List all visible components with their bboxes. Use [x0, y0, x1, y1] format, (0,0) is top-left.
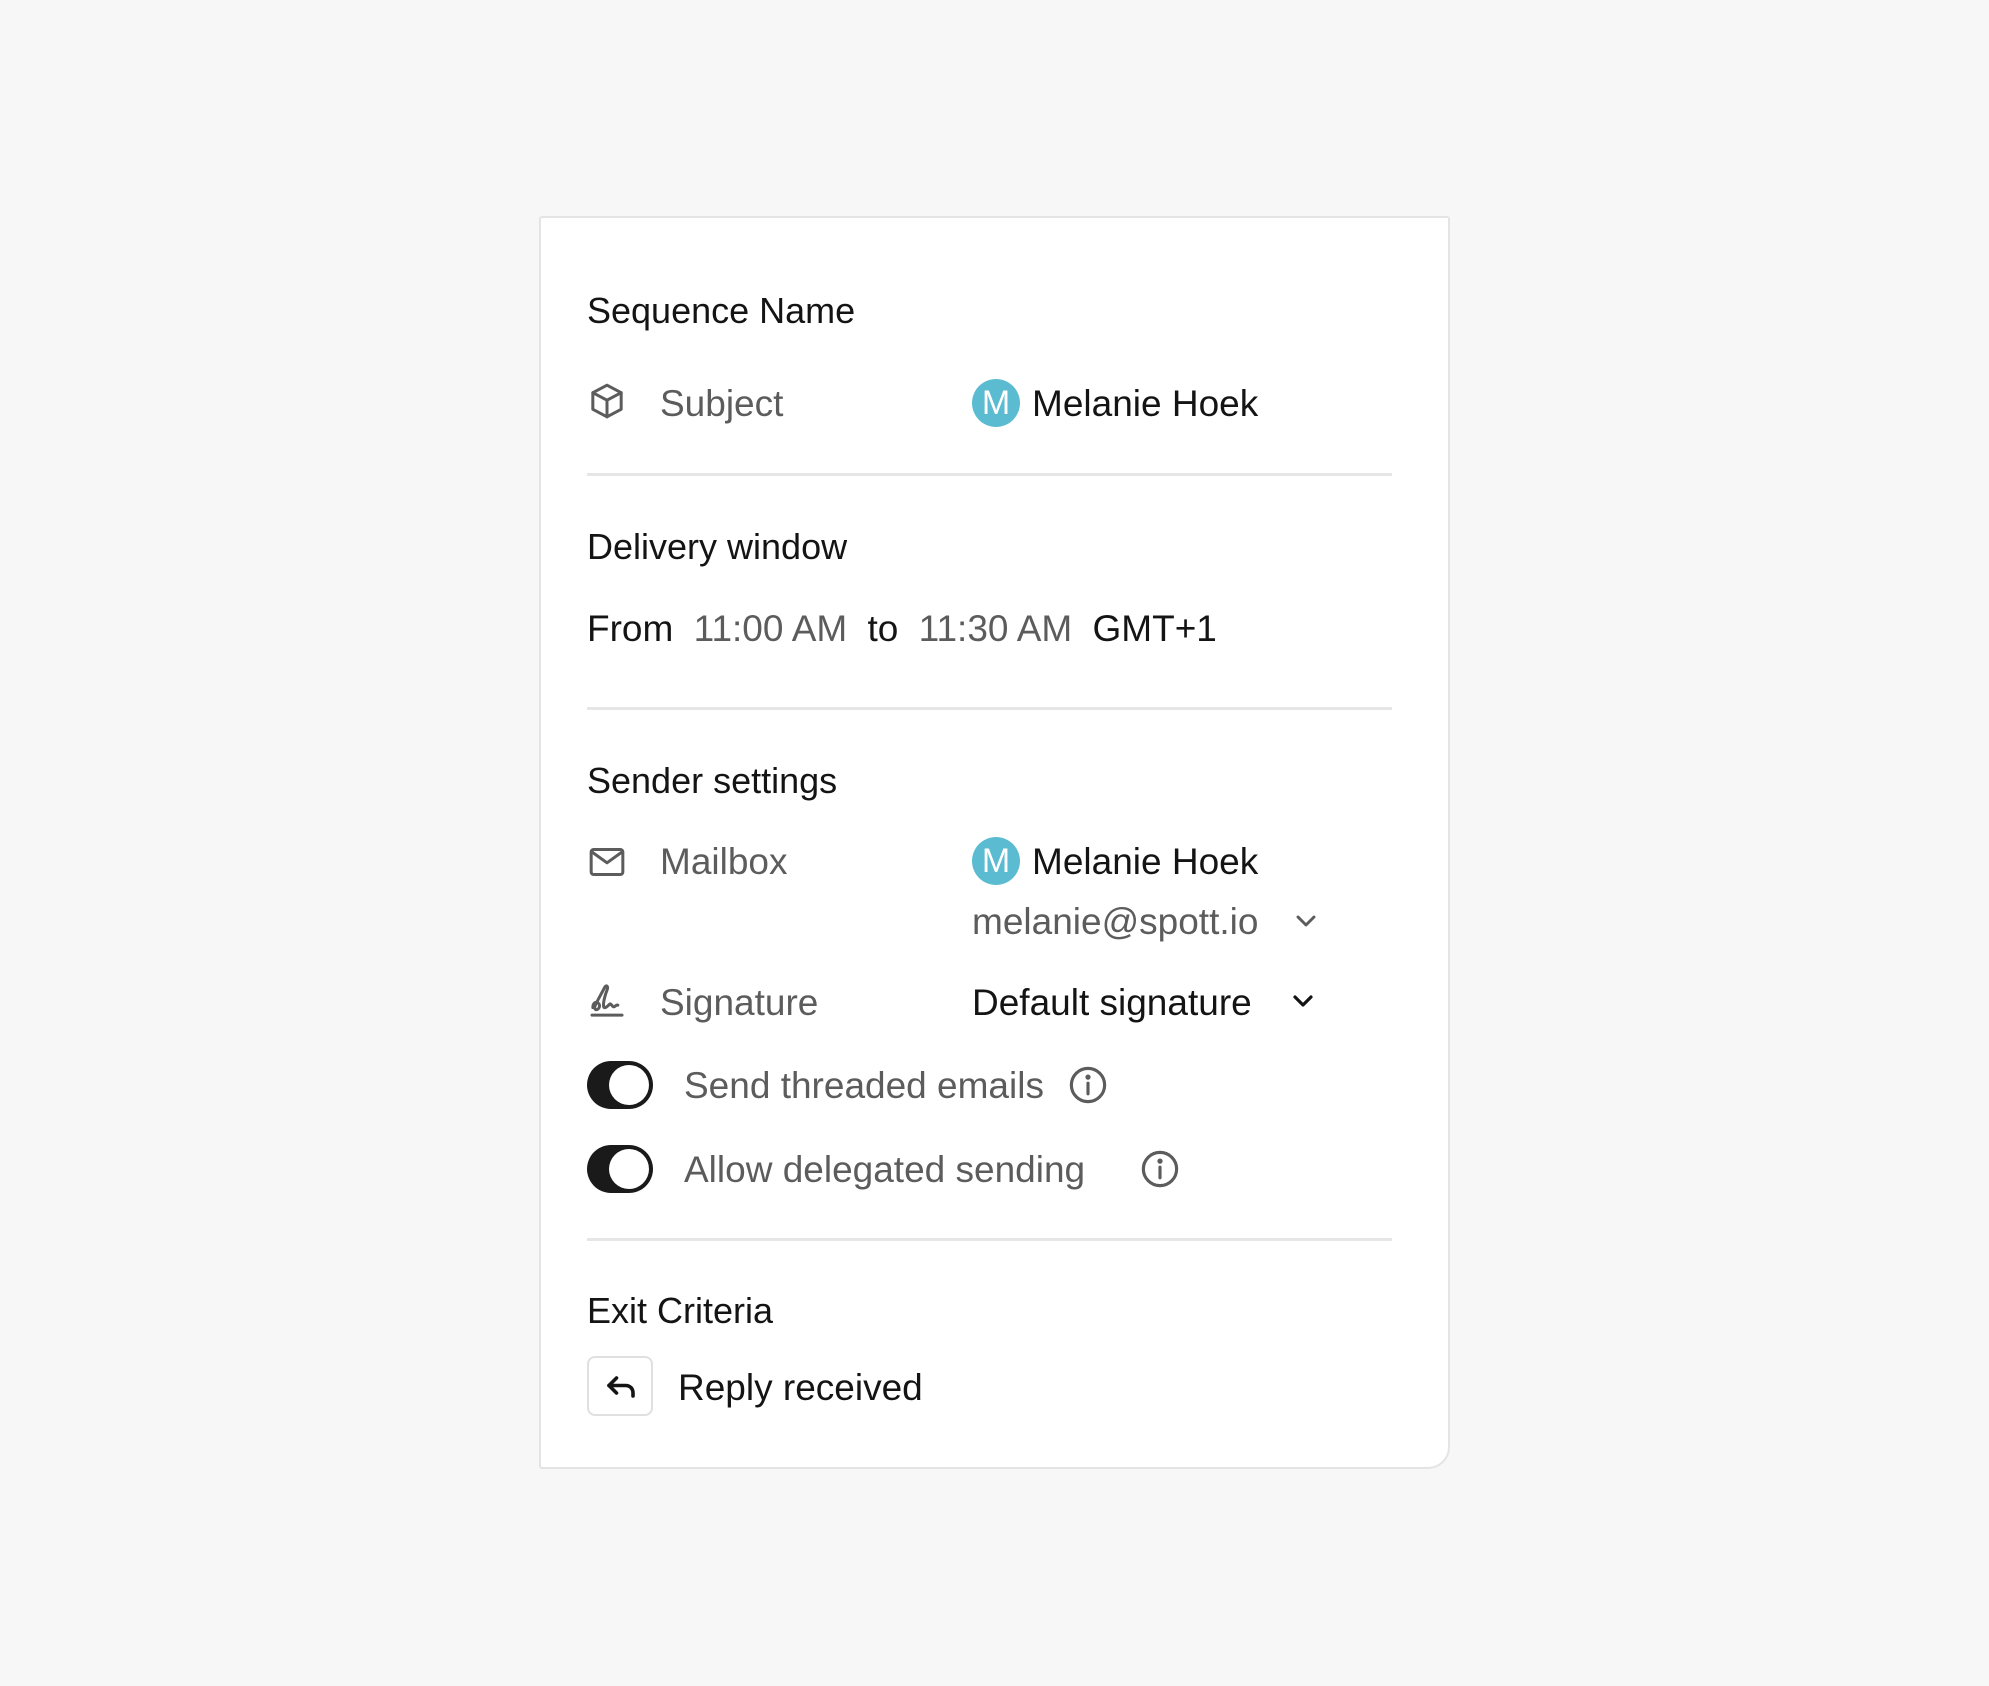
section-title-exit-criteria: Exit Criteria — [587, 1290, 774, 1331]
threaded-emails-label: Send threaded emails — [684, 1065, 1044, 1106]
subject-owner-name[interactable]: Melanie Hoek — [1032, 385, 1258, 422]
reply-arrow-icon — [607, 1376, 635, 1398]
mailbox-email: melanie@spott.io — [972, 901, 1259, 942]
info-icon[interactable] — [1139, 1148, 1181, 1190]
delegated-sending-toggle[interactable] — [587, 1145, 653, 1193]
reply-received-icon-box — [587, 1356, 653, 1416]
signature-value: Default signature — [972, 982, 1252, 1023]
signature-select[interactable]: Default signature — [972, 976, 1352, 1026]
toggle-knob — [609, 1065, 649, 1105]
to-label: to — [867, 608, 899, 649]
avatar: M — [972, 379, 1020, 427]
chevron-down-icon — [1296, 915, 1316, 927]
start-time-field[interactable]: 11:00 AM — [694, 608, 848, 649]
end-time-field[interactable]: 11:30 AM — [919, 608, 1073, 649]
exit-criteria-reply-received: Reply received — [678, 1367, 923, 1408]
delegated-sending-label: Allow delegated sending — [684, 1149, 1086, 1190]
signature-icon — [590, 984, 624, 1017]
signature-label: Signature — [660, 982, 819, 1023]
section-title-delivery-window: Delivery window — [587, 526, 848, 567]
divider — [587, 473, 1392, 476]
chevron-down-icon — [1293, 995, 1313, 1007]
mail-icon — [589, 848, 625, 876]
section-title-sender-settings: Sender settings — [587, 760, 838, 801]
cube-icon — [591, 383, 623, 419]
divider — [587, 1238, 1392, 1241]
mailbox-select[interactable]: melanie@spott.io — [972, 898, 1352, 944]
divider — [587, 707, 1392, 710]
section-title-sequence-name: Sequence Name — [587, 290, 856, 331]
toggle-knob — [609, 1149, 649, 1189]
from-label: From — [587, 608, 674, 649]
mailbox-label: Mailbox — [660, 841, 788, 882]
subject-label: Subject — [660, 383, 784, 424]
mailbox-owner-name: Melanie Hoek — [1032, 841, 1259, 882]
info-icon[interactable] — [1067, 1064, 1109, 1106]
timezone-field[interactable]: GMT+1 — [1093, 608, 1217, 649]
avatar: M — [972, 837, 1020, 885]
sequence-settings-card: Sequence Name Subject M Melanie Hoek Del… — [539, 216, 1450, 1469]
threaded-emails-toggle[interactable] — [587, 1061, 653, 1109]
delivery-window-row: From 11:00 AM to 11:30 AM GMT+1 — [587, 610, 1217, 647]
